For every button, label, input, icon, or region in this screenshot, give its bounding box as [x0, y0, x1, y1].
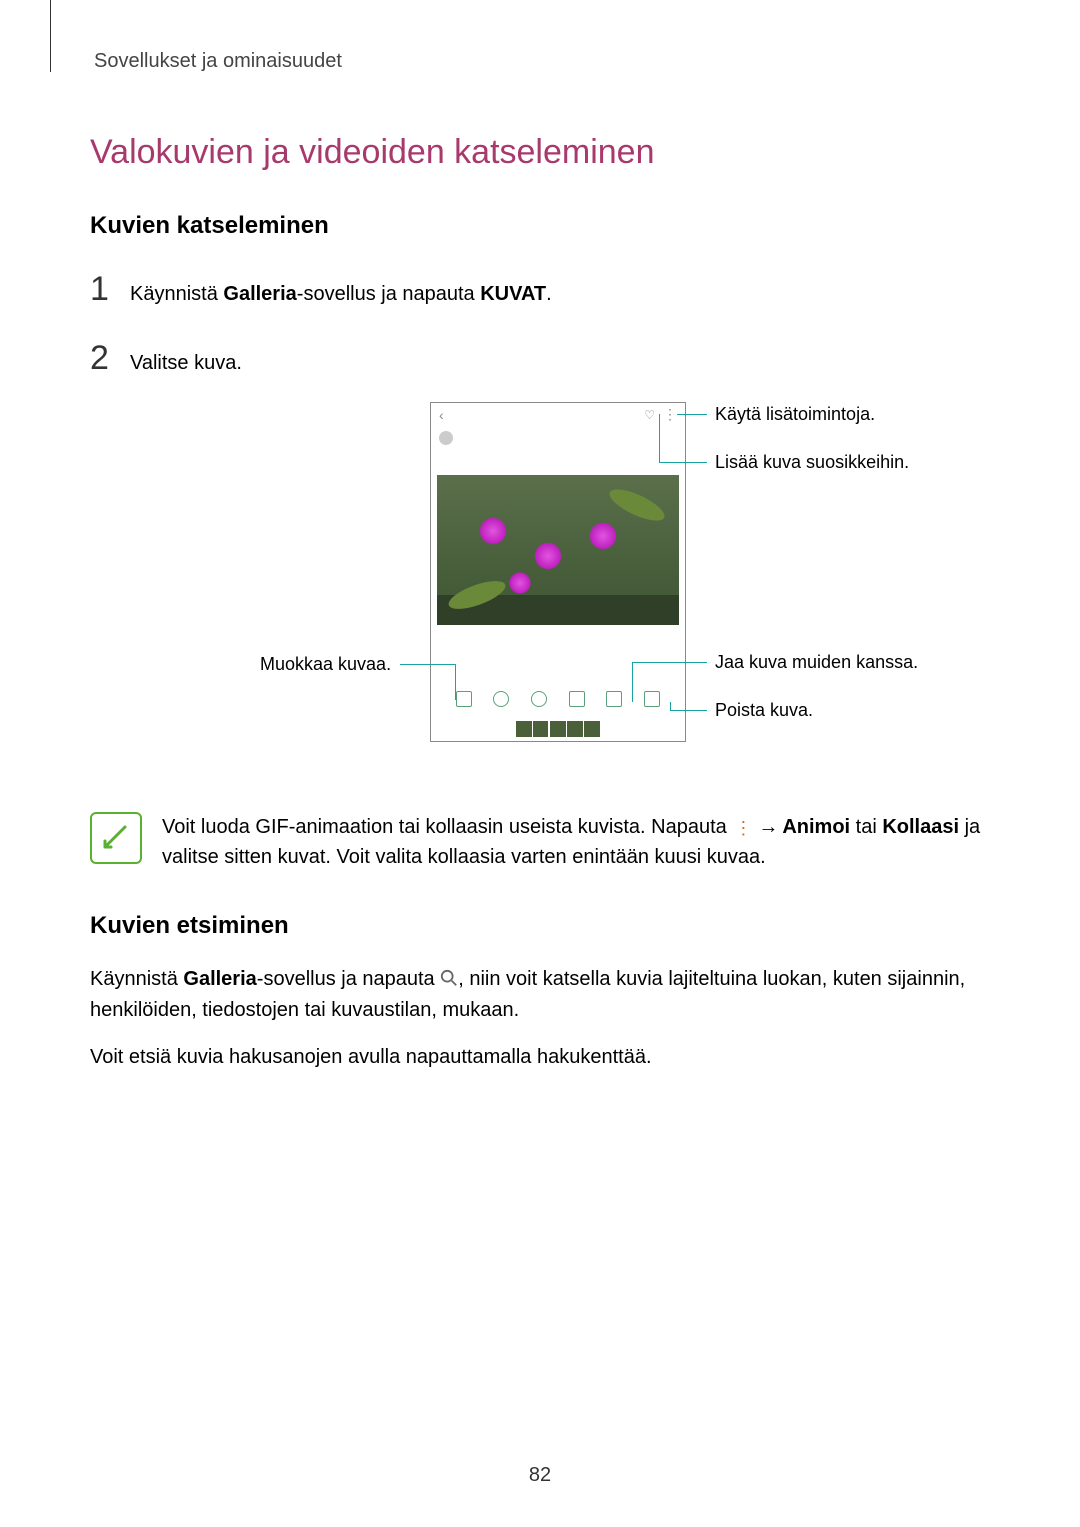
bixby-icon	[439, 431, 453, 445]
note-text: Voit luoda GIF-animaation tai kollaasin …	[162, 812, 990, 872]
thumbnail-strip	[516, 721, 600, 737]
effects-icon	[493, 691, 509, 707]
favorite-icon: ♡	[644, 408, 655, 422]
delete-icon	[644, 691, 660, 707]
note-box: Voit luoda GIF-animaation tai kollaasin …	[90, 812, 990, 872]
step-number: 1	[90, 264, 130, 315]
edit-icon	[456, 691, 472, 707]
callout-more: Käytä lisätoimintoja.	[715, 404, 875, 425]
screenshot-diagram: ‹ ♡ ⋮	[90, 402, 990, 782]
step-2-text: Valitse kuva.	[130, 348, 242, 378]
callout-share: Jaa kuva muiden kanssa.	[715, 652, 918, 673]
page-number: 82	[529, 1464, 551, 1487]
share-icon	[606, 691, 622, 707]
breadcrumb: Sovellukset ja ominaisuudet	[94, 50, 990, 73]
more-menu-icon: ⋮	[734, 825, 752, 831]
step-number: 2	[90, 333, 130, 384]
step-2: 2 Valitse kuva.	[90, 333, 990, 384]
phone-topbar: ‹ ♡ ⋮	[431, 403, 685, 427]
step-1: 1 Käynnistä Galleria-sovellus ja napauta…	[90, 264, 990, 315]
phone-mockup: ‹ ♡ ⋮	[430, 402, 686, 742]
search-paragraph-1: Käynnistä Galleria-sovellus ja napauta ,…	[90, 964, 990, 1026]
phone-toolbar	[431, 687, 685, 711]
search-icon	[440, 969, 458, 987]
subheading-viewing: Kuvien katseleminen	[90, 212, 990, 240]
search-paragraph-2: Voit etsiä kuvia hakusanojen avulla napa…	[90, 1042, 990, 1073]
callout-favorite: Lisää kuva suosikkeihin.	[715, 452, 909, 473]
callout-delete: Poista kuva.	[715, 700, 813, 721]
section-title: Valokuvien ja videoiden katseleminen	[90, 133, 990, 172]
step-1-text: Käynnistä Galleria-sovellus ja napauta K…	[130, 279, 552, 309]
back-icon: ‹	[439, 407, 444, 423]
note-icon	[90, 812, 142, 864]
margin-rule	[50, 0, 51, 72]
subheading-search: Kuvien etsiminen	[90, 912, 990, 940]
info-icon	[531, 691, 547, 707]
crop-icon	[569, 691, 585, 707]
more-icon: ⋮	[663, 412, 677, 418]
photo-preview	[437, 475, 679, 625]
callout-edit: Muokkaa kuvaa.	[260, 654, 391, 675]
